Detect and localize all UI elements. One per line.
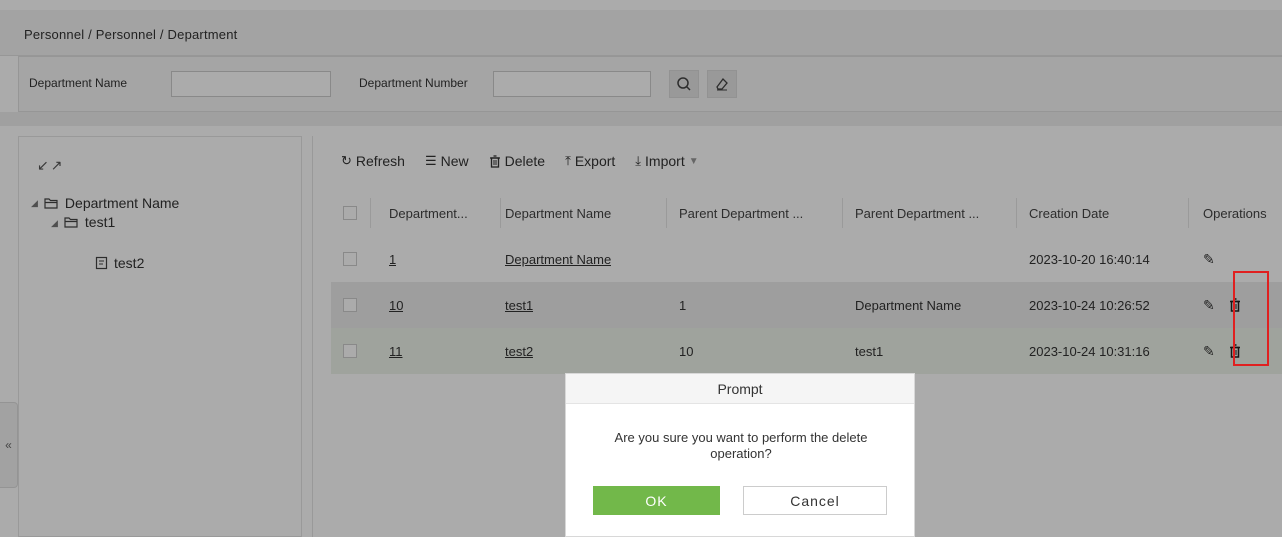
ok-button[interactable]: OK (593, 486, 720, 515)
dialog-title: Prompt (566, 374, 914, 404)
delete-highlight-box (1233, 271, 1269, 366)
confirm-dialog: Prompt Are you sure you want to perform … (565, 373, 915, 537)
cancel-button[interactable]: Cancel (743, 486, 887, 515)
dialog-message: Are you sure you want to perform the del… (614, 430, 868, 461)
